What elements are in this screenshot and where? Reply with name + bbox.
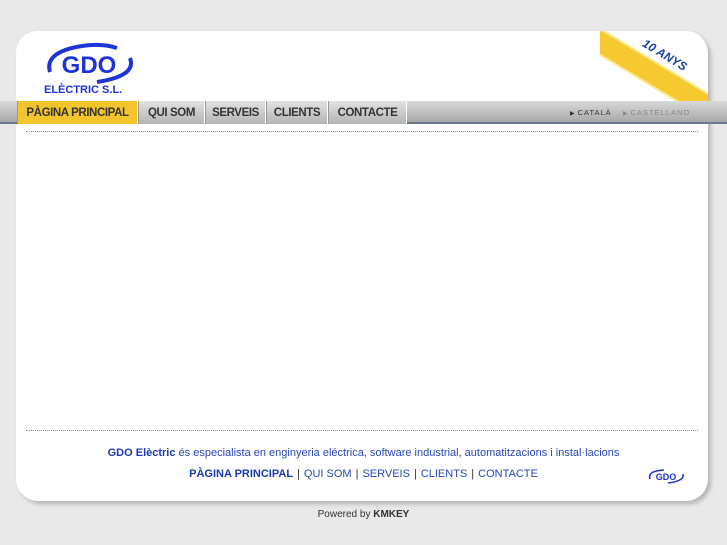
ten-years-ribbon: 10 ANYS: [600, 31, 708, 101]
language-catala[interactable]: ▶ CATALÀ: [570, 108, 612, 117]
footer-link-serveis[interactable]: SERVEIS: [362, 468, 410, 480]
divider-top: [26, 131, 698, 132]
separator: |: [297, 468, 300, 480]
footer-brand: GDO Elèctric: [107, 447, 176, 459]
separator: |: [355, 468, 359, 480]
footer-link-qui-som[interactable]: QUI SOM: [304, 468, 352, 480]
footer-link-contacte[interactable]: CONTACTE: [478, 468, 538, 480]
divider-bottom: [26, 430, 698, 431]
footer-link-clients[interactable]: CLIENTS: [421, 468, 467, 480]
separator: |: [471, 468, 475, 480]
nav-item-clients[interactable]: CLIENTS: [266, 101, 328, 124]
nav-item-qui-som[interactable]: QUI SOM: [138, 101, 205, 124]
svg-text:ELÈCTRIC S.L.: ELÈCTRIC S.L.: [44, 83, 122, 96]
nav-item-contacte[interactable]: CONTACTE: [328, 101, 407, 124]
gdo-small-logo: GDO: [648, 469, 684, 484]
main-nav: PÀGINA PRINCIPAL QUI SOM SERVEIS CLIENTS…: [0, 101, 727, 124]
language-label: CATALÀ: [577, 108, 612, 117]
nav-item-pagina-principal[interactable]: PÀGINA PRINCIPAL: [17, 101, 138, 124]
footer-description: GDO Elèctric és especialista en enginyer…: [0, 447, 727, 459]
footer-link-pagina-principal[interactable]: PÀGINA PRINCIPAL: [189, 468, 293, 480]
svg-text:GDO: GDO: [656, 472, 677, 482]
play-icon: ▶: [570, 111, 576, 117]
language-castellano[interactable]: ▶ CASTELLANO: [623, 108, 690, 117]
gdo-logo[interactable]: GDO ELÈCTRIC S.L.: [42, 40, 137, 96]
play-icon: ▶: [623, 111, 629, 117]
powered-prefix: Powered by: [317, 509, 374, 520]
nav-item-serveis[interactable]: SERVEIS: [205, 101, 266, 124]
footer-description-text: és especialista en enginyeria eléctrica,…: [175, 447, 620, 459]
footer-links: PÀGINA PRINCIPAL | QUI SOM | SERVEIS | CLIENTS…: [0, 468, 727, 480]
separator: |: [413, 468, 417, 480]
powered-by: Powered by KMKEY: [0, 509, 727, 520]
powered-link[interactable]: KMKEY: [373, 509, 409, 520]
language-label: CASTELLANO: [630, 108, 691, 117]
svg-text:GDO: GDO: [62, 52, 117, 79]
